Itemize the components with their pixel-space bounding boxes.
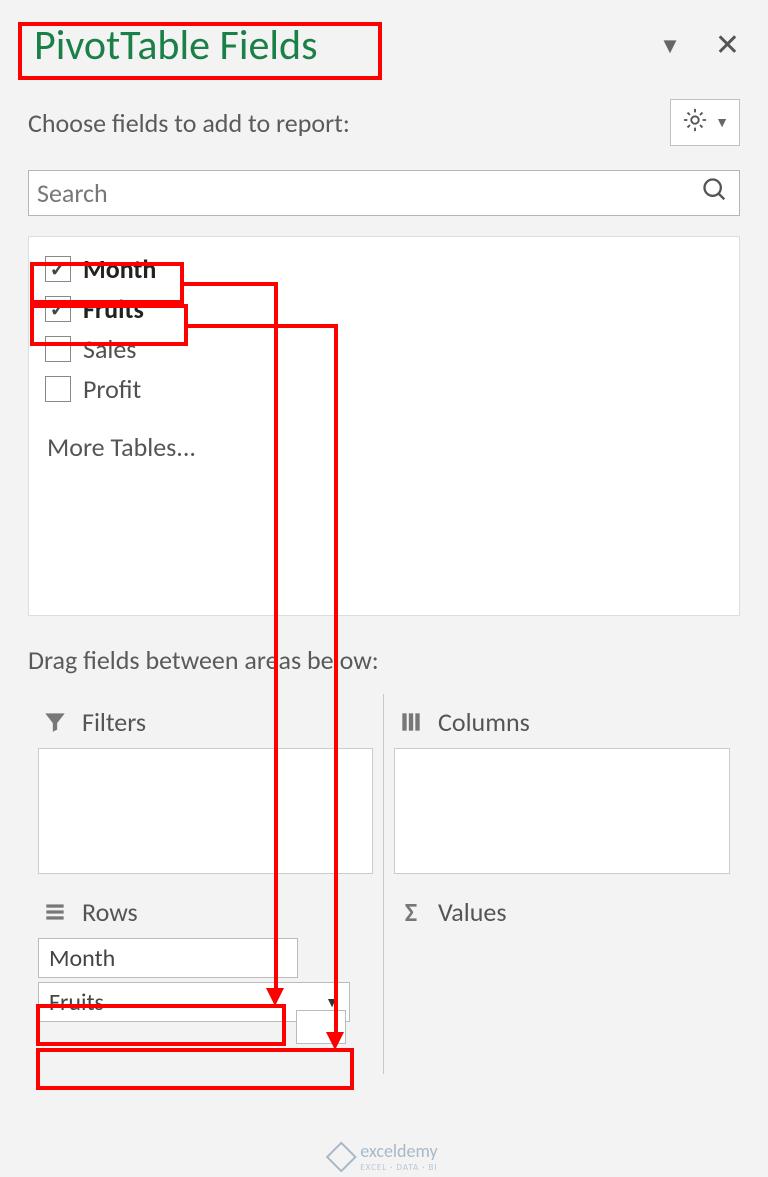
area-values: Σ Values xyxy=(384,884,740,1074)
rows-icon xyxy=(42,899,68,925)
more-tables-link[interactable]: More Tables... xyxy=(43,431,725,463)
field-label: Month xyxy=(83,253,156,285)
area-title: Values xyxy=(438,896,507,928)
row-chip-extra[interactable] xyxy=(296,1010,346,1044)
field-item-fruits[interactable]: Fruits xyxy=(43,289,725,329)
gear-icon xyxy=(681,106,709,139)
columns-dropzone[interactable] xyxy=(394,748,730,874)
area-title: Columns xyxy=(438,706,530,738)
chip-label: Month xyxy=(49,944,115,973)
filter-icon xyxy=(42,709,68,735)
field-item-sales[interactable]: Sales xyxy=(43,329,725,369)
row-chip-month[interactable]: Month xyxy=(38,938,298,978)
search-placeholder: Search xyxy=(37,177,701,209)
checkbox-fruits[interactable] xyxy=(45,296,71,322)
checkbox-profit[interactable] xyxy=(45,376,71,402)
field-label: Profit xyxy=(83,373,141,405)
fields-list: Month Fruits Sales Profit More Tables... xyxy=(28,236,740,616)
field-item-profit[interactable]: Profit xyxy=(43,369,725,409)
watermark-brand: exceldemy xyxy=(360,1140,437,1162)
field-label: Fruits xyxy=(83,293,144,325)
watermark-badge-icon xyxy=(326,1141,357,1172)
field-item-month[interactable]: Month xyxy=(43,249,725,289)
pivottable-fields-pane: PivotTable Fields ▼ ✕ Choose fields to a… xyxy=(0,0,768,1074)
chevron-down-icon[interactable]: ▼ xyxy=(325,994,339,1011)
sigma-icon: Σ xyxy=(398,899,424,925)
area-filters: Filters xyxy=(28,694,384,884)
values-dropzone[interactable] xyxy=(394,938,730,1064)
tools-button[interactable]: ▼ xyxy=(670,99,740,146)
checkbox-sales[interactable] xyxy=(45,336,71,362)
search-icon xyxy=(701,176,729,211)
chip-label: Fruits xyxy=(49,988,104,1017)
checkbox-month[interactable] xyxy=(45,256,71,282)
watermark: exceldemy EXCEL · DATA · BI xyxy=(330,1140,437,1173)
columns-icon xyxy=(398,709,424,735)
area-columns: Columns xyxy=(384,694,740,884)
areas-grid: Filters Columns Rows xyxy=(28,694,740,1074)
pane-options-caret[interactable]: ▼ xyxy=(659,32,681,59)
field-label: Sales xyxy=(83,333,136,365)
chevron-down-icon: ▼ xyxy=(715,114,729,131)
filters-dropzone[interactable] xyxy=(38,748,373,874)
drag-fields-label: Drag fields between areas below: xyxy=(28,644,740,676)
close-icon[interactable]: ✕ xyxy=(715,27,740,64)
area-title: Rows xyxy=(82,896,138,928)
watermark-tagline: EXCEL · DATA · BI xyxy=(360,1162,437,1173)
pane-title: PivotTable Fields xyxy=(28,20,324,71)
search-input[interactable]: Search xyxy=(28,170,740,216)
choose-fields-label: Choose fields to add to report: xyxy=(28,107,350,139)
area-rows: Rows Month Fruits ▼ xyxy=(28,884,384,1074)
area-title: Filters xyxy=(82,706,146,738)
